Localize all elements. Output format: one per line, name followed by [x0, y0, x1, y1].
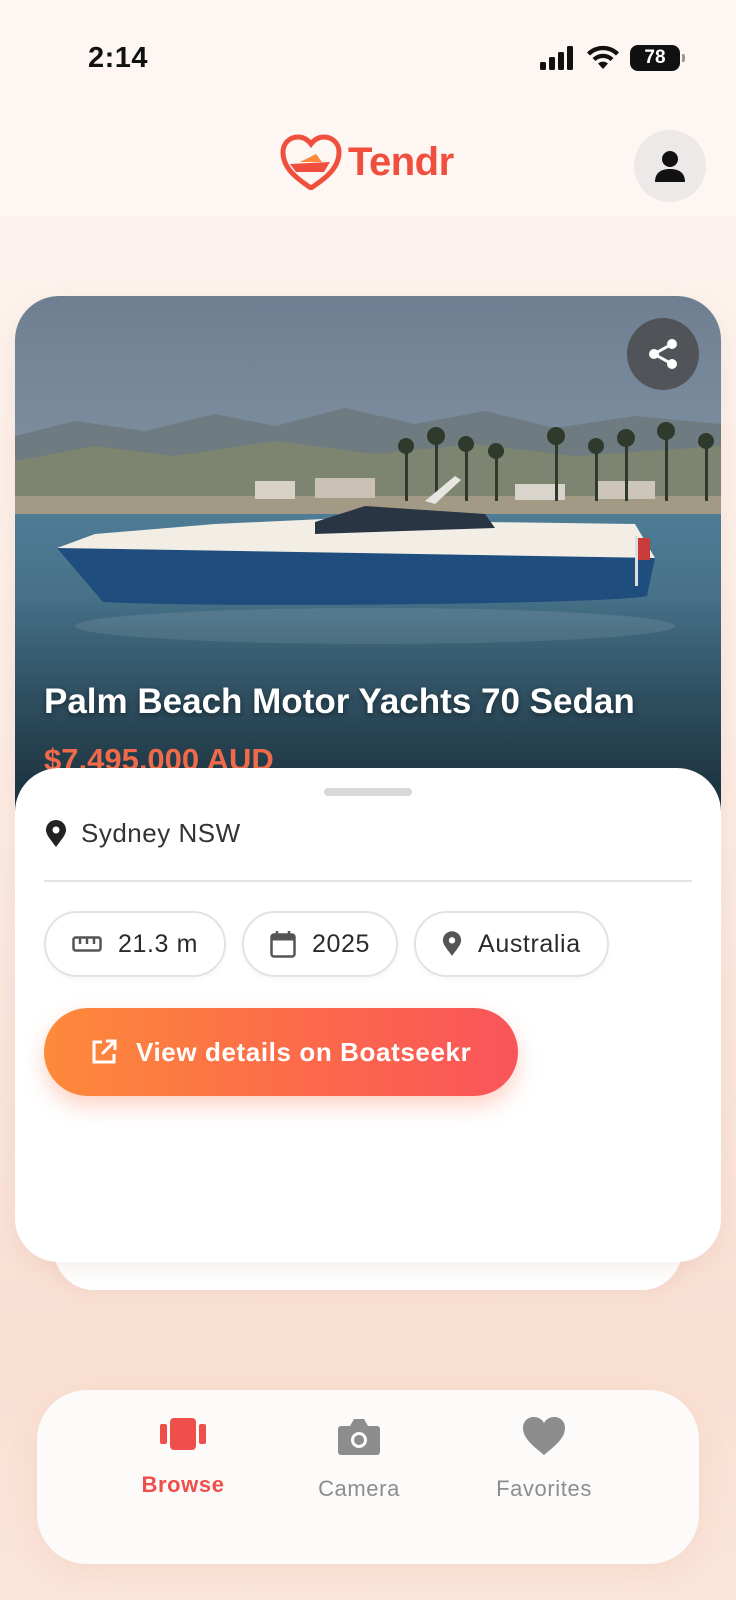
- location-pin-icon: [442, 931, 462, 956]
- year-chip: 2025: [242, 911, 399, 977]
- app-logo: Tendr: [280, 134, 454, 190]
- status-time: 2:14: [88, 42, 149, 74]
- location-text: Sydney NSW: [81, 818, 241, 848]
- cards-icon: [160, 1418, 206, 1450]
- length-chip: 21.3 m: [44, 911, 227, 977]
- nav-favorites-label: Favorites: [496, 1476, 592, 1501]
- camera-icon: [338, 1419, 380, 1455]
- nav-browse[interactable]: Browse: [103, 1416, 263, 1498]
- profile-button[interactable]: [634, 130, 706, 202]
- tendr-logo-icon: [280, 134, 342, 190]
- app-header: Tendr: [0, 110, 736, 216]
- nav-favorites[interactable]: Favorites: [464, 1416, 624, 1502]
- location-row: Sydney NSW: [45, 818, 241, 849]
- details-sheet: Sydney NSW 21.3 m 2025 Australia View de…: [15, 768, 721, 1262]
- location-pin-icon: [46, 819, 66, 847]
- heart-icon: [523, 1417, 565, 1455]
- length-value: 21.3 m: [118, 929, 199, 958]
- status-icons: 78: [540, 45, 685, 71]
- wifi-icon: [587, 45, 619, 69]
- boat-photo: [15, 296, 721, 816]
- external-link-icon: [92, 1039, 117, 1064]
- bottom-nav: Browse Camera Favorites: [37, 1390, 699, 1564]
- listing-title: Palm Beach Motor Yachts 70 Sedan: [44, 682, 635, 721]
- view-details-button[interactable]: View details on Boatseekr: [44, 1008, 518, 1096]
- country-chip: Australia: [414, 911, 609, 977]
- status-bar: 2:14 78: [0, 0, 736, 110]
- nav-camera-label: Camera: [318, 1476, 400, 1501]
- nav-browse-label: Browse: [141, 1472, 225, 1497]
- ruler-icon: [72, 936, 102, 952]
- country-value: Australia: [478, 929, 581, 958]
- spec-chips: 21.3 m 2025 Australia: [44, 911, 609, 977]
- app-name: Tendr: [348, 139, 454, 184]
- battery-indicator: 78: [630, 45, 685, 71]
- view-details-label: View details on Boatseekr: [136, 1036, 472, 1067]
- share-icon: [649, 339, 677, 369]
- person-icon: [655, 151, 685, 182]
- divider: [44, 880, 692, 882]
- calendar-icon: [270, 931, 296, 958]
- year-value: 2025: [312, 929, 371, 958]
- sheet-drag-handle[interactable]: [324, 788, 412, 796]
- cellular-signal-icon: [540, 46, 573, 70]
- nav-camera[interactable]: Camera: [279, 1416, 439, 1502]
- listing-card[interactable]: Palm Beach Motor Yachts 70 Sedan $7,495,…: [15, 296, 721, 1262]
- share-button[interactable]: [627, 318, 699, 390]
